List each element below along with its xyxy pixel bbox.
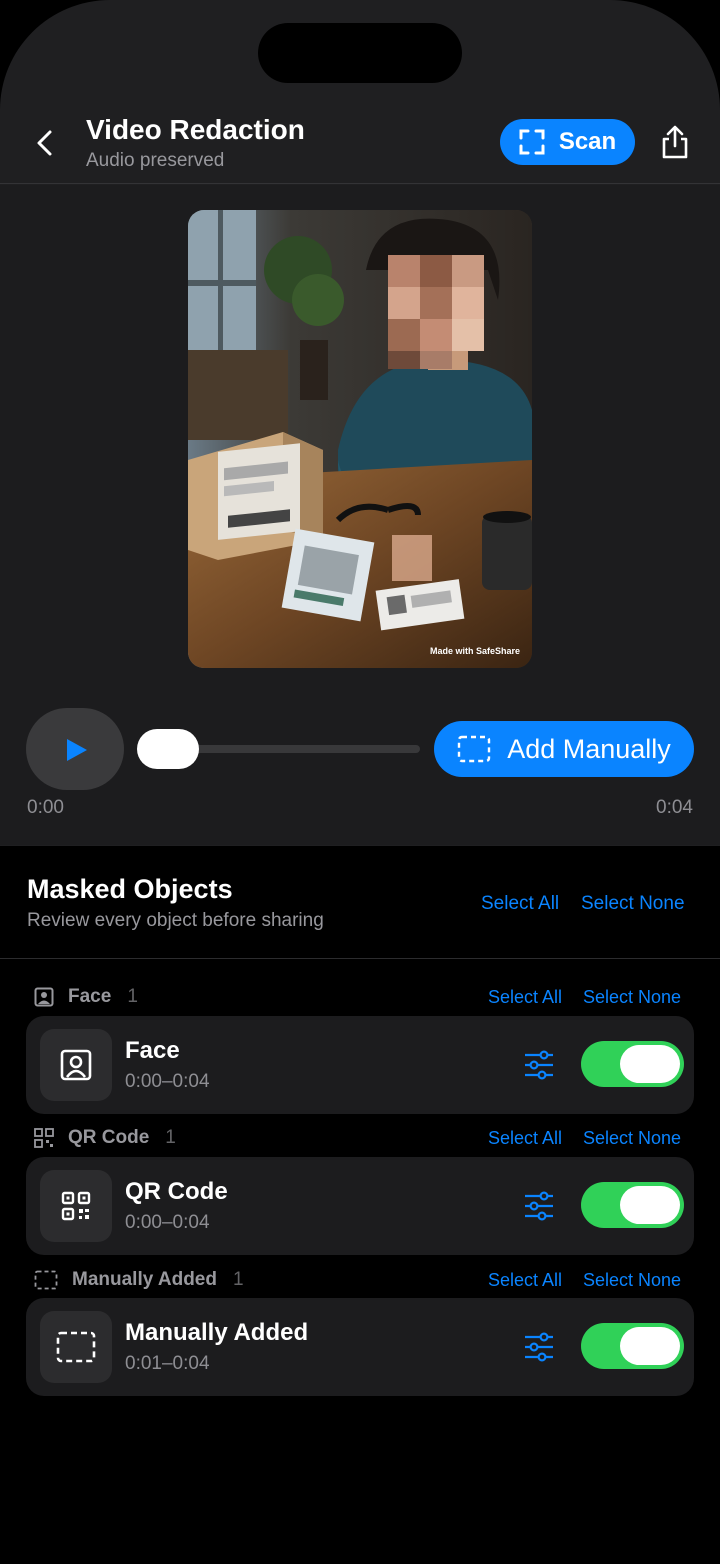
scrubber-thumb[interactable] <box>137 729 199 769</box>
total-time: 0:04 <box>656 797 693 818</box>
add-manually-button[interactable]: Add Manually <box>434 721 694 777</box>
masked-item-face[interactable]: Face 0:00–0:04 <box>26 1016 694 1114</box>
group-header-manually-added: Manually Added 1 <box>34 1268 244 1292</box>
play-icon <box>67 739 87 761</box>
page-subtitle: Audio preserved <box>86 150 225 171</box>
enable-toggle[interactable] <box>581 1041 684 1087</box>
add-manually-label: Add Manually <box>507 733 671 764</box>
group-count: 1 <box>232 1269 244 1290</box>
section-subtitle: Review every object before sharing <box>27 910 324 931</box>
watermark-text: Made with SafeShare <box>429 646 520 656</box>
app-screen: Video Redaction Audio preserved Scan Mad… <box>0 0 720 1564</box>
dashed-rect-icon <box>34 1270 58 1290</box>
toggle-knob <box>620 1327 680 1365</box>
masked-item-qr-code[interactable]: QR Code 0:00–0:04 <box>26 1157 694 1255</box>
group-select-all-link[interactable]: Select All <box>488 1128 562 1149</box>
item-title: Manually Added <box>125 1319 309 1346</box>
play-button[interactable] <box>26 708 124 790</box>
group-select-none-link[interactable]: Select None <box>583 987 681 1008</box>
group-select-all-link[interactable]: Select All <box>488 987 562 1008</box>
group-count: 1 <box>127 986 138 1007</box>
nav-header: Video Redaction Audio preserved Scan <box>0 100 720 184</box>
chevron-left-icon[interactable] <box>30 128 60 158</box>
toggle-knob <box>620 1186 680 1224</box>
group-header-qr-code: QR Code 1 <box>34 1126 176 1150</box>
qr-code-icon <box>34 1128 54 1148</box>
group-header-face: Face 1 <box>34 985 138 1009</box>
scan-frame-icon <box>519 129 545 155</box>
dynamic-island <box>258 23 462 83</box>
enable-toggle[interactable] <box>581 1323 684 1369</box>
video-still <box>188 210 532 668</box>
item-time-range: 0:00–0:04 <box>125 1212 210 1233</box>
qr-code-icon <box>40 1170 112 1242</box>
sliders-icon[interactable] <box>524 1191 554 1221</box>
group-name: QR Code <box>68 1127 150 1148</box>
sliders-icon[interactable] <box>524 1332 554 1362</box>
group-count: 1 <box>165 1127 176 1148</box>
group-select-none-link[interactable]: Select None <box>583 1128 681 1149</box>
group-select-all-link[interactable]: Select All <box>488 1270 562 1291</box>
group-name: Manually Added <box>72 1269 217 1290</box>
scan-button[interactable]: Scan <box>500 119 635 165</box>
group-select-none-link[interactable]: Select None <box>583 1270 681 1291</box>
select-none-link[interactable]: Select None <box>581 893 685 915</box>
current-time: 0:00 <box>27 797 64 818</box>
item-time-range: 0:01–0:04 <box>125 1353 210 1374</box>
section-title: Masked Objects <box>27 874 233 904</box>
item-title: Face <box>125 1037 180 1064</box>
group-name: Face <box>68 986 112 1007</box>
section-divider <box>0 958 720 959</box>
share-icon[interactable] <box>660 124 690 160</box>
video-frame[interactable]: Made with SafeShare <box>188 210 532 668</box>
item-title: QR Code <box>125 1178 228 1205</box>
enable-toggle[interactable] <box>581 1182 684 1228</box>
sliders-icon[interactable] <box>524 1050 554 1080</box>
face-icon <box>40 1029 112 1101</box>
masked-item-manually-added[interactable]: Manually Added 0:01–0:04 <box>26 1298 694 1396</box>
select-all-link[interactable]: Select All <box>481 893 559 915</box>
dashed-rect-icon <box>40 1311 112 1383</box>
face-icon <box>34 987 54 1007</box>
page-title: Video Redaction <box>86 114 305 145</box>
item-time-range: 0:00–0:04 <box>125 1071 210 1092</box>
toggle-knob <box>620 1045 680 1083</box>
dashed-rect-icon <box>457 735 491 763</box>
scan-label: Scan <box>558 128 617 155</box>
